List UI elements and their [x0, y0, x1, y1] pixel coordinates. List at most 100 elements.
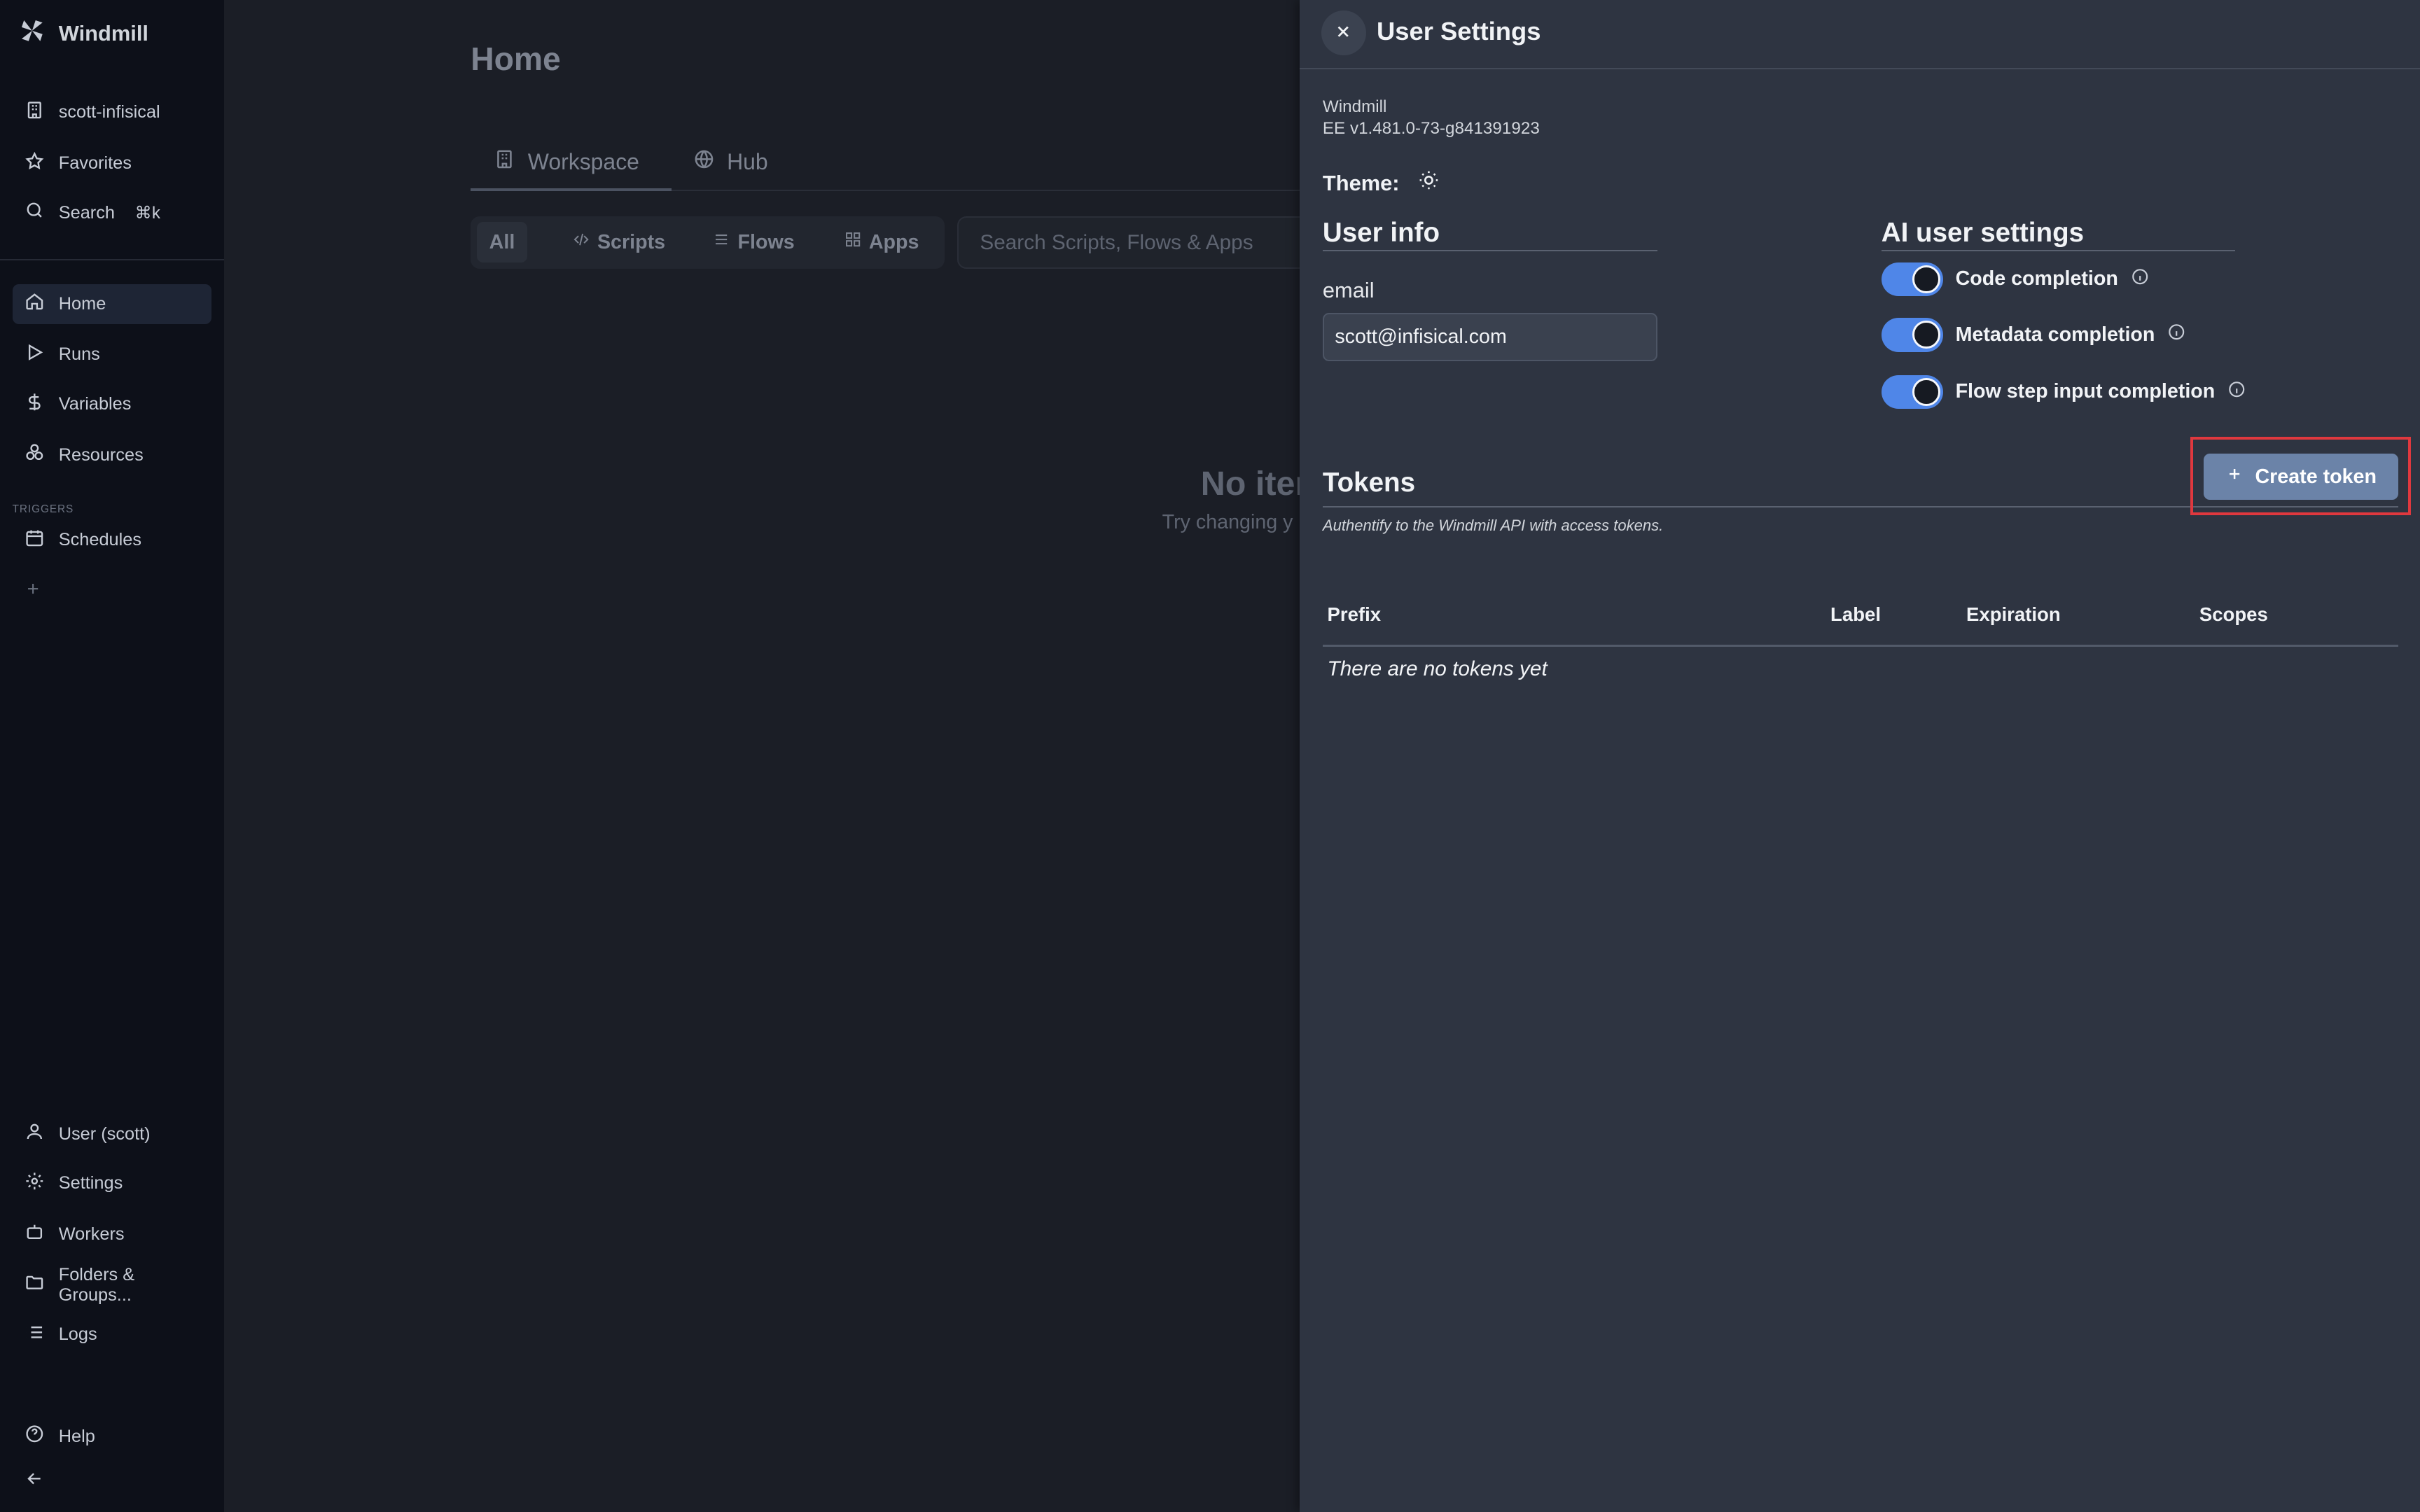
filter-apps[interactable]: Apps: [832, 222, 931, 262]
sidebar-item-label: Home: [58, 293, 106, 314]
sidebar-item-label: Help: [58, 1426, 95, 1446]
toggle-knob: [1912, 321, 1940, 349]
building-icon: [494, 148, 515, 176]
create-token-button[interactable]: Create token: [2204, 454, 2399, 500]
bot-icon: [25, 1222, 45, 1247]
sidebar-item-label: Favorites: [58, 153, 132, 174]
sidebar-item-label: Resources: [58, 444, 144, 465]
dollar-icon: [25, 392, 45, 417]
triggers-heading: TRIGGERS: [12, 503, 74, 515]
sidebar-item-label: User (scott): [58, 1124, 151, 1144]
sidebar-item-folders-groups[interactable]: Folders & Groups...: [13, 1265, 211, 1305]
building-icon: [25, 100, 45, 125]
filter-all[interactable]: All: [477, 222, 527, 262]
gear-icon: [25, 1171, 45, 1196]
code-completion-toggle[interactable]: [1881, 262, 1943, 297]
grid-icon: [844, 231, 861, 254]
arrow-left-icon: [25, 1469, 45, 1494]
code-icon: [573, 231, 590, 254]
sun-icon[interactable]: [1418, 169, 1440, 197]
list-icon: [25, 1322, 45, 1348]
sidebar-item-settings[interactable]: Settings: [13, 1163, 211, 1203]
info-icon: [2227, 380, 2246, 404]
email-label: email: [1322, 277, 1375, 302]
sidebar-item-workspace[interactable]: scott-infisical: [13, 92, 211, 132]
sidebar-item-label: Search: [58, 202, 115, 223]
filter-label: Flows: [737, 230, 795, 253]
sidebar-item-user[interactable]: User (scott): [13, 1114, 211, 1154]
sidebar-item-label: Schedules: [58, 529, 141, 550]
page-title: Home: [471, 41, 561, 78]
ai-setting-metadata-completion: Metadata completion: [1881, 318, 2186, 352]
sidebar-item-home[interactable]: Home: [12, 284, 211, 324]
close-icon: [1334, 19, 1352, 47]
calendar-icon: [25, 528, 45, 553]
home-icon: [25, 291, 45, 316]
user-settings-drawer: User Settings Windmill EE v1.481.0-73-g8…: [1299, 0, 2420, 1512]
ai-setting-label: Flow step input completion: [1955, 380, 2216, 403]
flow-icon: [713, 231, 730, 254]
sidebar-item-resources[interactable]: Resources: [13, 435, 211, 475]
theme-row: Theme:: [1323, 169, 1440, 197]
close-drawer-button[interactable]: [1321, 10, 1366, 56]
brand[interactable]: Windmill: [18, 18, 148, 49]
ai-settings-underline: [1881, 250, 2235, 252]
tab-label: Workspace: [527, 148, 639, 174]
sidebar-item-workers[interactable]: Workers: [13, 1214, 211, 1254]
user-info-title: User info: [1322, 217, 1440, 248]
app-name: Windmill: [1322, 97, 1387, 116]
add-trigger-button[interactable]: [13, 571, 211, 611]
search-icon: [25, 200, 45, 225]
sidebar-item-label: Logs: [58, 1324, 97, 1345]
column-header-expiration: Expiration: [1966, 603, 2061, 625]
sidebar: Windmill scott-infisical Favorites Searc…: [0, 0, 224, 1512]
sidebar-item-runs[interactable]: Runs: [13, 335, 211, 374]
theme-label: Theme:: [1322, 170, 1400, 195]
metadata-completion-toggle[interactable]: [1881, 318, 1943, 352]
sidebar-item-label: Folders & Groups...: [58, 1265, 135, 1306]
filter-flows[interactable]: Flows: [701, 222, 807, 262]
tab-label: Hub: [727, 148, 768, 174]
sidebar-item-help[interactable]: Help: [13, 1416, 211, 1456]
toggle-knob: [1912, 378, 1940, 406]
flow-step-input-completion-toggle[interactable]: [1881, 374, 1943, 410]
filter-label: Scripts: [597, 230, 666, 253]
email-field[interactable]: [1322, 313, 1658, 361]
tokens-title: Tokens: [1322, 467, 1416, 498]
folder-icon: [25, 1273, 45, 1298]
globe-icon: [693, 148, 715, 176]
sidebar-item-search[interactable]: Search ⌘k: [13, 193, 211, 233]
sidebar-item-label: Workers: [58, 1224, 125, 1244]
sidebar-divider: [0, 259, 224, 261]
sidebar-item-variables[interactable]: Variables: [13, 384, 211, 424]
drawer-header: User Settings: [1299, 0, 2420, 69]
plus-icon: [25, 580, 41, 602]
ai-setting-flow-step-input-completion: Flow step input completion: [1881, 374, 2246, 410]
help-icon: [25, 1424, 45, 1449]
search-shortcut: ⌘k: [134, 204, 160, 223]
windmill-logo-icon: [18, 17, 46, 51]
active-tab-indicator: [471, 188, 672, 192]
plus-icon: [2226, 465, 2243, 489]
empty-state-title: No iter: [1200, 465, 1309, 503]
app-version: EE v1.481.0-73-g841391923: [1322, 118, 1540, 138]
sidebar-item-label: Variables: [58, 393, 132, 414]
tab-workspace[interactable]: Workspace: [494, 136, 639, 188]
tab-hub[interactable]: Hub: [693, 136, 768, 188]
sidebar-item-schedules[interactable]: Schedules: [13, 520, 211, 560]
sidebar-item-logs[interactable]: Logs: [13, 1315, 211, 1354]
create-token-label: Create token: [2255, 465, 2377, 488]
filter-scripts[interactable]: Scripts: [560, 222, 678, 262]
filter-label: All: [489, 230, 515, 253]
drawer-title: User Settings: [1377, 17, 1541, 46]
ai-setting-label: Metadata completion: [1955, 323, 2155, 346]
empty-state-subtitle: Try changing y: [1162, 510, 1293, 533]
tokens-description: Authentify to the Windmill API with acce…: [1322, 517, 1664, 535]
ai-setting-label: Code completion: [1955, 267, 2118, 290]
sidebar-item-favorites[interactable]: Favorites: [13, 144, 211, 183]
user-icon: [25, 1121, 45, 1147]
collapse-sidebar-button[interactable]: [13, 1461, 211, 1501]
sidebar-item-label: Runs: [58, 344, 100, 365]
column-header-label: Label: [1830, 603, 1881, 625]
items-search-input[interactable]: Search Scripts, Flows & Apps: [957, 216, 1328, 269]
